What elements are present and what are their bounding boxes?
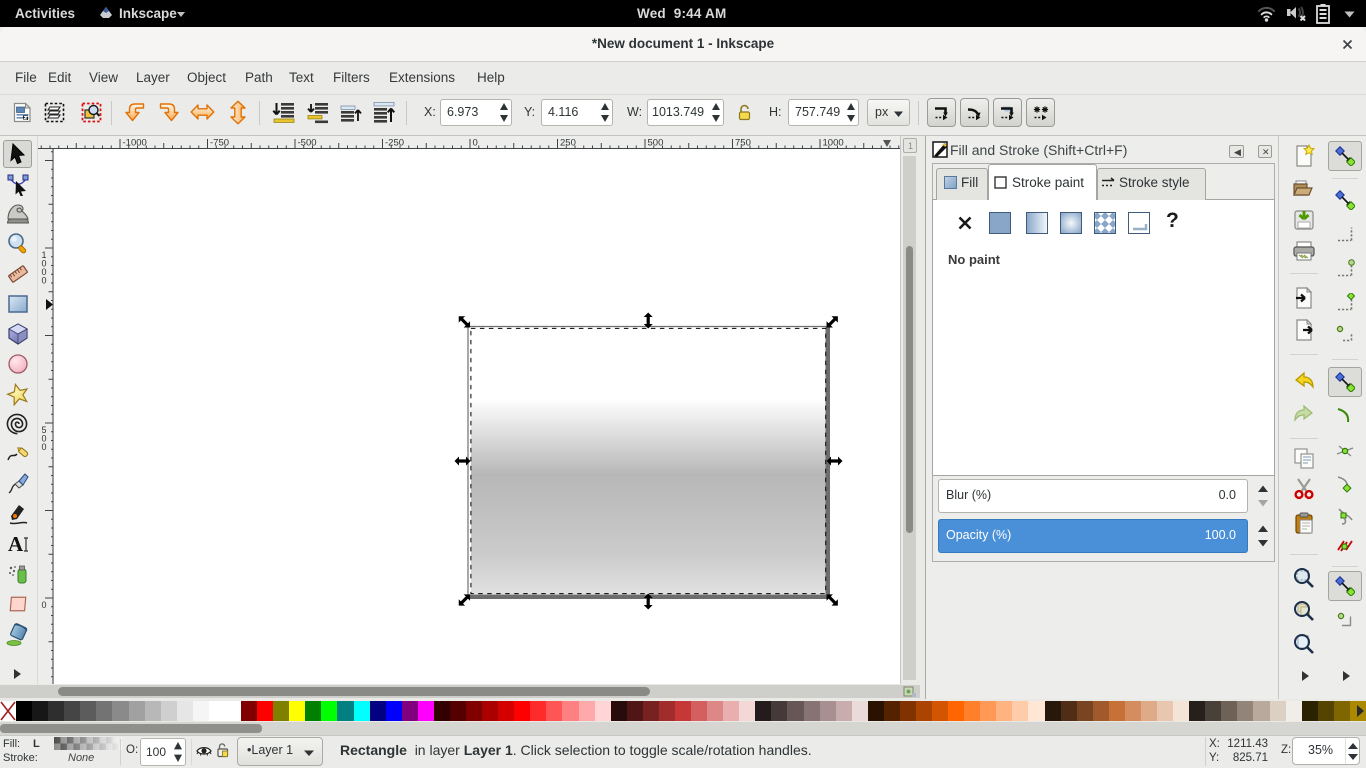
svg-text:-1000: -1000 [123, 138, 147, 149]
svg-text:500: 500 [648, 138, 664, 149]
svg-text:0: 0 [42, 276, 47, 286]
svg-text:0: 0 [42, 600, 47, 610]
svg-text:A: A [8, 532, 24, 556]
svg-text:0: 0 [42, 442, 47, 452]
svg-text:750: 750 [735, 138, 751, 149]
svg-text:250: 250 [560, 138, 576, 149]
svg-text:0: 0 [473, 138, 478, 149]
svg-text:-750: -750 [210, 138, 229, 149]
svg-text:-500: -500 [298, 138, 317, 149]
svg-text:1000: 1000 [823, 138, 844, 149]
svg-text:-250: -250 [385, 138, 404, 149]
